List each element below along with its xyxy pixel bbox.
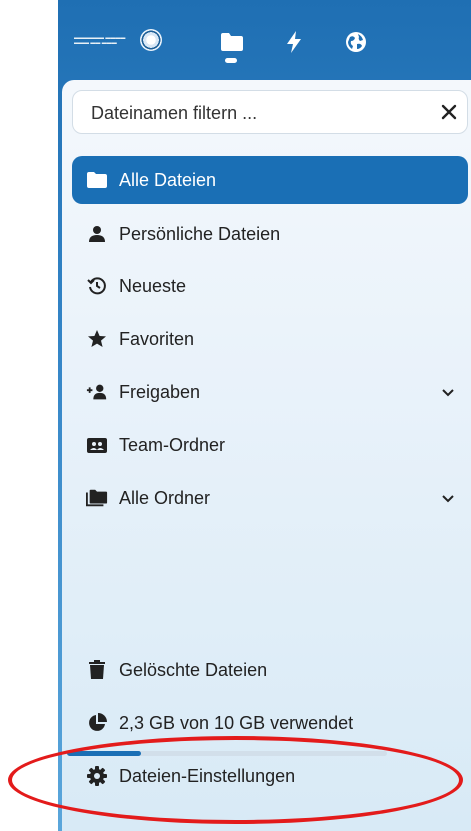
logo-wordmark: ▬▬▬▬▬▬ ▬▬▬▬ ▬▬▬ ▬▬ ▬▬▬ bbox=[74, 35, 126, 46]
nav-item-all-folders[interactable]: Alle Ordner bbox=[72, 474, 468, 522]
storage-quota-label: 2,3 GB von 10 GB verwendet bbox=[119, 713, 354, 733]
globe-icon[interactable] bbox=[342, 28, 370, 56]
filename-filter-input[interactable] bbox=[89, 100, 413, 126]
activity-bolt-icon[interactable] bbox=[280, 28, 308, 56]
storage-progress-fill bbox=[67, 751, 141, 756]
gear-icon bbox=[86, 766, 108, 786]
university-logo[interactable]: ▬▬▬▬▬▬ ▬▬▬▬ ▬▬▬ ▬▬ ▬▬▬ bbox=[74, 28, 166, 54]
top-navigation-bar: ▬▬▬▬▬▬ ▬▬▬▬ ▬▬▬ ▬▬ ▬▬▬ bbox=[58, 0, 471, 72]
share-user-icon bbox=[86, 382, 108, 402]
nav-item-favorites[interactable]: Favoriten bbox=[72, 315, 468, 363]
pie-chart-icon bbox=[86, 713, 108, 733]
nav-item-personal-files[interactable]: Persönliche Dateien bbox=[72, 210, 468, 258]
nav-item-team-folders[interactable]: Team-Ordner bbox=[72, 421, 468, 469]
folders-icon bbox=[86, 488, 108, 508]
filename-filter bbox=[72, 90, 468, 134]
files-app-icon[interactable] bbox=[218, 28, 246, 56]
files-settings-button[interactable]: Dateien-Einstellungen bbox=[72, 752, 468, 800]
team-folder-icon bbox=[86, 435, 108, 455]
files-navigation: Alle Dateien Persönliche Dateien Neueste… bbox=[62, 80, 471, 831]
nav-item-label: Freigaben bbox=[119, 382, 201, 402]
nav-item-deleted-files[interactable]: Gelöschte Dateien bbox=[72, 646, 468, 694]
nav-item-label: Team-Ordner bbox=[119, 435, 226, 455]
files-app-panel: ▬▬▬▬▬▬ ▬▬▬▬▬▬▬ ▬▬ ▬▬▬ Alle Dateien bbox=[58, 0, 471, 831]
user-icon bbox=[86, 224, 108, 244]
history-icon bbox=[86, 276, 108, 296]
nav-item-shares[interactable]: Freigaben bbox=[72, 368, 468, 416]
nav-item-label: Favoriten bbox=[119, 329, 195, 349]
nav-item-label: Neueste bbox=[119, 276, 187, 296]
nav-item-label: Gelöschte Dateien bbox=[119, 660, 268, 680]
nav-item-recent[interactable]: Neueste bbox=[72, 262, 468, 310]
chevron-down-icon[interactable] bbox=[440, 384, 456, 400]
university-seal-icon bbox=[140, 29, 162, 51]
nav-item-label: Alle Ordner bbox=[119, 488, 211, 508]
active-app-indicator bbox=[225, 58, 237, 63]
close-icon[interactable] bbox=[439, 102, 459, 122]
storage-quota[interactable]: 2,3 GB von 10 GB verwendet bbox=[72, 699, 468, 747]
folder-icon bbox=[86, 170, 108, 190]
storage-progress-bar bbox=[67, 751, 387, 756]
nav-item-label: Persönliche Dateien bbox=[119, 224, 281, 244]
nav-item-label: Dateien-Einstellungen bbox=[119, 766, 296, 786]
nav-item-label: Alle Dateien bbox=[119, 170, 217, 190]
chevron-down-icon[interactable] bbox=[440, 490, 456, 506]
trash-icon bbox=[86, 660, 108, 680]
nav-item-all-files[interactable]: Alle Dateien bbox=[72, 156, 468, 204]
star-icon bbox=[86, 329, 108, 349]
